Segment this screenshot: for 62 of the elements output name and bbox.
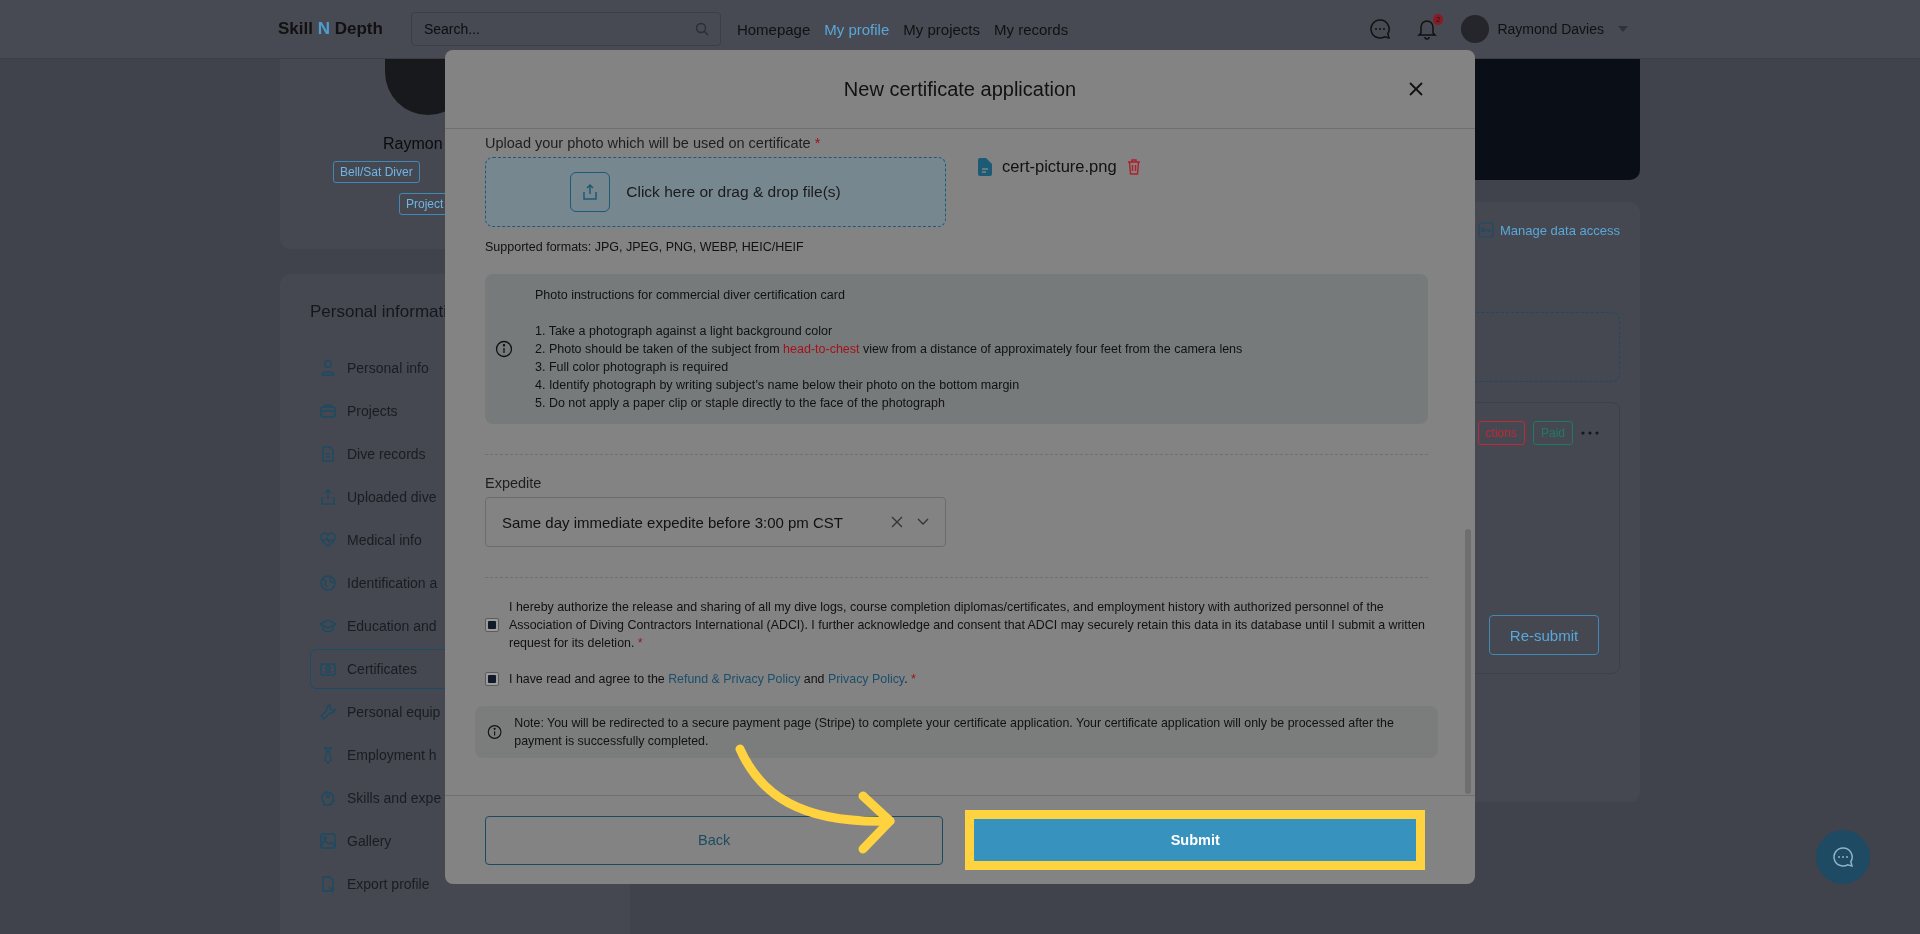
search-field[interactable]: Search...: [410, 12, 721, 46]
field-label: Upload your photo which will be used on certificate *: [485, 135, 822, 151]
note-box: Note: You will be redirected to a secure payment page (Stripe) to complete your certificate application. Your certificate application will only be processed after the payment is successfully completed.: [475, 706, 1438, 758]
checkbox[interactable]: [485, 672, 499, 686]
briefcase-icon: [319, 402, 337, 420]
instructions-title: Photo instructions for commercial diver certification card: [535, 287, 846, 304]
instruction-item: 4. Identify photograph by writing subject’s name below their photo on the bottom margin: [535, 377, 1021, 394]
status-tag: ctions: [1477, 421, 1525, 445]
search-icon: [694, 22, 709, 36]
field-label: Expedite: [485, 475, 543, 491]
logo-text[interactable]: Skill N Depth: [278, 19, 383, 39]
more-icon[interactable]: [1581, 431, 1599, 435]
cap-icon: [319, 617, 337, 635]
file-name: cert-picture.png: [1002, 157, 1117, 176]
profile-name: Raymon: [383, 135, 443, 153]
dialog-title: New certificate application: [843, 77, 1077, 101]
close-icon[interactable]: [1409, 82, 1423, 96]
resubmit-button[interactable]: Re-submit: [1489, 615, 1599, 655]
info-icon: [495, 340, 513, 358]
chevron-down-icon[interactable]: [917, 518, 929, 526]
heart-icon: [319, 531, 337, 549]
instruction-item: 5. Do not apply a paper clip or staple directly to the face of the photograph: [535, 395, 946, 412]
info-icon: [487, 723, 503, 741]
nav-link[interactable]: Homepage: [736, 20, 811, 38]
upload-icon: [319, 488, 337, 506]
submit-button[interactable]: Submit: [974, 819, 1416, 861]
checkbox[interactable]: [485, 618, 499, 632]
chat-icon: [1832, 846, 1854, 868]
file-icon: [978, 157, 992, 176]
badge-icon: [319, 660, 337, 678]
trash-icon[interactable]: [1126, 158, 1141, 175]
manage-data-access-link[interactable]: Manage data access: [1478, 222, 1620, 238]
role-tag: Bell/Sat Diver: [333, 161, 420, 183]
person-icon: [319, 359, 337, 377]
nav-link[interactable]: My records: [994, 20, 1069, 38]
expedite-select[interactable]: Same day immediate expedite before 3:00 pm CST: [485, 497, 946, 547]
globe-icon: [319, 574, 337, 592]
policy-link[interactable]: Refund & Privacy Policy: [668, 672, 801, 686]
chat-icon[interactable]: [1369, 18, 1392, 40]
cv-icon: [319, 875, 337, 893]
clear-icon[interactable]: [891, 516, 903, 528]
instruction-item: 3. Full color photograph is required: [535, 359, 730, 376]
notification-badge: 2: [1432, 14, 1444, 25]
image-icon: [319, 832, 337, 850]
chat-button[interactable]: [1816, 830, 1870, 884]
consent-text: I hereby authorize the release and sharing of all my dive logs, course completion diplomas/certificates, and employment history with authorized personnel of the Association of Diving Contractors International (ADCI). I further acknowledge and consent that ADCI may securely retain this data in its database until I submit a written request for its deletion. *: [509, 599, 1425, 652]
back-button[interactable]: Back: [485, 815, 944, 865]
hint-text: Supported formats: JPG, JPEG, PNG, WEBP, HEIC/HEIF: [485, 240, 805, 254]
nav-link[interactable]: My projects: [903, 20, 980, 38]
instruction-item: 2. Photo should be taken of the subject from head-to-chest view from a distance of approximately four feet from the camera lens: [535, 341, 1243, 358]
key-icon: [1478, 222, 1495, 238]
caret-icon[interactable]: [1618, 26, 1628, 32]
head-icon: [319, 789, 337, 807]
wrench-icon: [319, 703, 337, 721]
dropzone[interactable]: Click here or drag & drop file(s): [485, 157, 946, 227]
avatar[interactable]: [1461, 15, 1490, 43]
bell-icon[interactable]: [1417, 18, 1438, 40]
nav-link[interactable]: My profile: [824, 20, 890, 38]
document-icon: [319, 445, 337, 463]
instruction-item: 1. Take a photograph against a light background color: [535, 323, 834, 340]
user-name[interactable]: Raymond Davies: [1497, 21, 1604, 37]
upload-icon: [570, 172, 611, 212]
